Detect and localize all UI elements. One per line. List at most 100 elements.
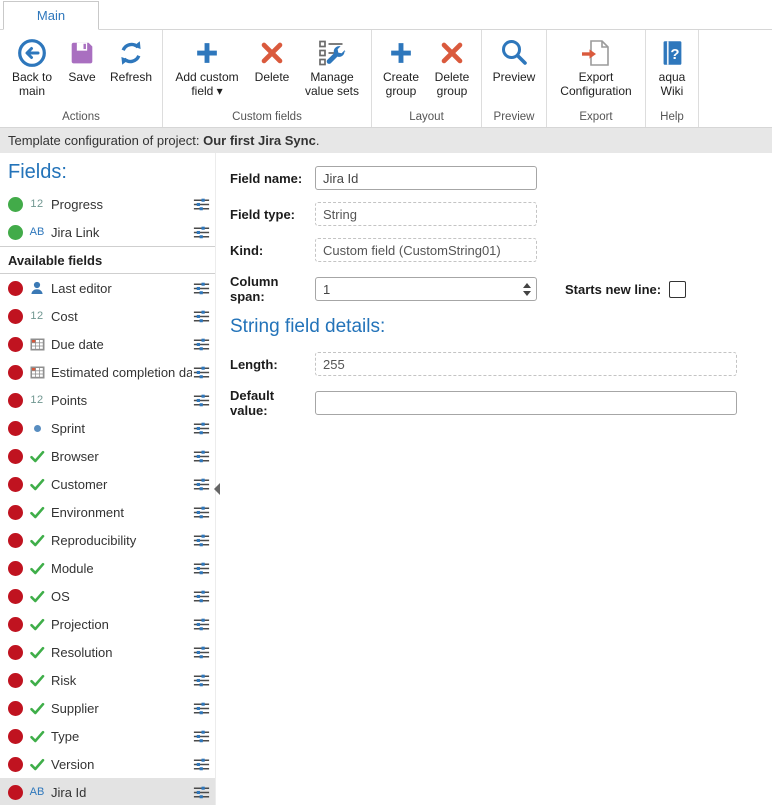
field-list-item[interactable]: Estimated completion dat — [0, 358, 215, 386]
field-list-item[interactable]: Module — [0, 554, 215, 582]
field-list-item[interactable]: 12Points — [0, 386, 215, 414]
default-value-input[interactable] — [315, 391, 737, 415]
tab-main[interactable]: Main — [3, 1, 99, 30]
column-span-input[interactable] — [315, 277, 537, 301]
checkmark-icon — [26, 729, 48, 744]
drag-handle-icon[interactable] — [192, 673, 211, 687]
back-to-main-button[interactable]: Back to main — [5, 35, 59, 99]
checkmark-icon — [26, 477, 48, 492]
field-item-label: Customer — [51, 477, 192, 492]
checkmark-icon — [26, 757, 48, 772]
ribbon-group-label: Help — [651, 109, 693, 127]
field-list-item[interactable]: Reproducibility — [0, 526, 215, 554]
field-name-input[interactable] — [315, 166, 537, 190]
field-list-item[interactable]: Customer — [0, 470, 215, 498]
field-list-item[interactable]: ABJira Link — [0, 218, 215, 246]
field-item-label: Projection — [51, 617, 192, 632]
button-label: Create group — [377, 71, 425, 99]
delete-x-icon — [437, 35, 467, 71]
project-name: Our first Jira Sync — [203, 133, 316, 148]
spinner-down-icon[interactable] — [523, 291, 531, 296]
drag-handle-icon[interactable] — [192, 645, 211, 659]
checkmark-icon — [26, 589, 48, 604]
delete-button[interactable]: Delete — [249, 35, 295, 85]
field-list-item[interactable]: Last editor — [0, 274, 215, 302]
field-list-item[interactable]: Type — [0, 722, 215, 750]
drag-handle-icon[interactable] — [192, 197, 211, 211]
delete-group-button[interactable]: Delete group — [428, 35, 476, 99]
ribbon-group-label: Actions — [5, 109, 157, 127]
preview-button[interactable]: Preview — [487, 35, 541, 85]
field-list-item[interactable]: Projection — [0, 610, 215, 638]
button-label: Delete — [255, 71, 290, 85]
drag-handle-icon[interactable] — [192, 393, 211, 407]
button-label: Refresh — [110, 71, 152, 85]
field-item-label: Reproducibility — [51, 533, 192, 548]
starts-new-line-checkbox[interactable] — [669, 281, 686, 298]
drag-handle-icon[interactable] — [192, 225, 211, 239]
field-list-item[interactable]: 12Progress — [0, 190, 215, 218]
drag-handle-icon[interactable] — [192, 505, 211, 519]
status-dot-icon — [8, 701, 23, 716]
field-list-item[interactable]: 12Cost — [0, 302, 215, 330]
drag-handle-icon[interactable] — [192, 449, 211, 463]
status-dot-icon — [8, 729, 23, 744]
aqua-wiki-button[interactable]: ? aqua Wiki — [651, 35, 693, 99]
drag-handle-icon[interactable] — [192, 337, 211, 351]
text-type-icon: AB — [26, 786, 48, 798]
field-list-item[interactable]: ABJira Id — [0, 778, 215, 805]
field-type-input — [315, 202, 537, 226]
field-item-label: Type — [51, 729, 192, 744]
length-label: Length: — [230, 357, 315, 372]
save-button[interactable]: Save — [62, 35, 102, 85]
plus-icon — [386, 35, 416, 71]
button-label: Manage value sets — [298, 71, 366, 99]
field-item-label: Points — [51, 393, 192, 408]
app-window: Main Back to main — [0, 0, 772, 805]
ribbon-group-label: Custom fields — [168, 109, 366, 127]
value-sets-wrench-icon — [316, 35, 348, 71]
drag-handle-icon[interactable] — [192, 729, 211, 743]
sidebar-collapse-icon[interactable] — [214, 483, 220, 495]
drag-handle-icon[interactable] — [192, 785, 211, 799]
drag-handle-icon[interactable] — [192, 365, 211, 379]
spinner-up-icon[interactable] — [523, 283, 531, 288]
field-list-item[interactable]: OS — [0, 582, 215, 610]
drag-handle-icon[interactable] — [192, 701, 211, 715]
field-item-label: Jira Link — [51, 225, 192, 240]
ribbon: Back to main Save — [0, 30, 772, 128]
drag-handle-icon[interactable] — [192, 309, 211, 323]
person-icon — [26, 280, 48, 296]
field-list-item[interactable]: Risk — [0, 666, 215, 694]
drag-handle-icon[interactable] — [192, 421, 211, 435]
field-list-item[interactable]: Version — [0, 750, 215, 778]
number-type-icon: 12 — [26, 198, 48, 210]
drag-handle-icon[interactable] — [192, 477, 211, 491]
export-file-icon — [580, 35, 612, 71]
drag-handle-icon[interactable] — [192, 589, 211, 603]
ribbon-group-preview: Preview Preview — [482, 30, 547, 127]
drag-handle-icon[interactable] — [192, 757, 211, 771]
field-list-item[interactable]: Sprint — [0, 414, 215, 442]
field-list-item[interactable]: Browser — [0, 442, 215, 470]
add-custom-field-button[interactable]: Add custom field ▾ — [168, 35, 246, 99]
drag-handle-icon[interactable] — [192, 281, 211, 295]
sprint-dot-icon — [26, 425, 48, 432]
button-label: Export Configuration — [552, 71, 640, 99]
manage-value-sets-button[interactable]: Manage value sets — [298, 35, 366, 99]
field-list-item[interactable]: Due date — [0, 330, 215, 358]
delete-x-icon — [257, 35, 287, 71]
export-configuration-button[interactable]: Export Configuration — [552, 35, 640, 99]
drag-handle-icon[interactable] — [192, 617, 211, 631]
drag-handle-icon[interactable] — [192, 533, 211, 547]
field-list-item[interactable]: Resolution — [0, 638, 215, 666]
create-group-button[interactable]: Create group — [377, 35, 425, 99]
button-label: Save — [68, 71, 95, 85]
button-label: Back to main — [5, 71, 59, 99]
refresh-button[interactable]: Refresh — [105, 35, 157, 85]
drag-handle-icon[interactable] — [192, 561, 211, 575]
field-list-item[interactable]: Environment — [0, 498, 215, 526]
main-content: Fields: 12ProgressABJira Link Available … — [0, 153, 772, 805]
info-suffix: . — [316, 133, 320, 148]
field-list-item[interactable]: Supplier — [0, 694, 215, 722]
